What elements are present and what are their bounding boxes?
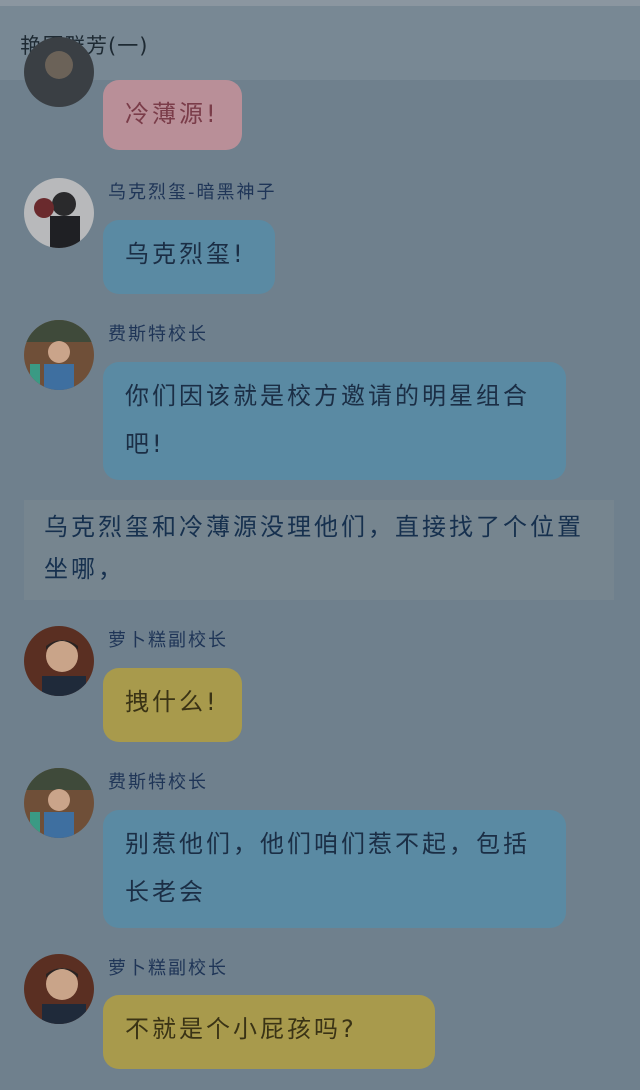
sender-avatar[interactable] [24, 954, 94, 1024]
sender-avatar[interactable] [24, 178, 94, 248]
sender-avatar[interactable] [24, 37, 94, 107]
sender-avatar[interactable] [24, 626, 94, 696]
chat-header: 艳压群芳(一) [0, 0, 640, 80]
sender-avatar[interactable] [24, 320, 94, 390]
avatar-icon [24, 320, 94, 390]
message-text: 冷薄源! [125, 100, 219, 128]
message-text: 不就是个小屁孩吗? [125, 1015, 357, 1043]
avatar-icon [24, 768, 94, 838]
sender-avatar[interactable] [24, 768, 94, 838]
message-text: 别惹他们，他们咱们惹不起，包括长老会 [125, 830, 530, 906]
message-bubble[interactable]: 乌克烈玺! [103, 220, 275, 294]
avatar-icon [24, 178, 94, 248]
message-bubble[interactable]: 不就是个小屁孩吗? [103, 995, 435, 1069]
message-bubble[interactable]: 你们因该就是校方邀请的明星组合吧! [103, 362, 566, 480]
message-text: 乌克烈玺! [125, 240, 246, 268]
message-text: 拽什么! [125, 688, 219, 716]
message-bubble[interactable]: 别惹他们，他们咱们惹不起，包括长老会 [103, 810, 566, 928]
sender-name: 费斯特校长 [108, 324, 208, 345]
sender-name: 乌克烈玺-暗黑神子 [108, 182, 277, 203]
message-text: 你们因该就是校方邀请的明星组合吧! [125, 382, 530, 458]
avatar-icon [24, 626, 94, 696]
narration-block: 乌克烈玺和冷薄源没理他们，直接找了个位置坐哪， [24, 500, 614, 600]
avatar-icon [24, 37, 94, 107]
message-bubble[interactable]: 冷薄源! [103, 80, 242, 150]
sender-name: 萝卜糕副校长 [108, 630, 228, 651]
message-bubble[interactable]: 拽什么! [103, 668, 242, 742]
narration-text: 乌克烈玺和冷薄源没理他们，直接找了个位置坐哪， [44, 513, 584, 583]
sender-name: 费斯特校长 [108, 772, 208, 793]
sender-name: 萝卜糕副校长 [108, 958, 228, 979]
avatar-icon [24, 954, 94, 1024]
